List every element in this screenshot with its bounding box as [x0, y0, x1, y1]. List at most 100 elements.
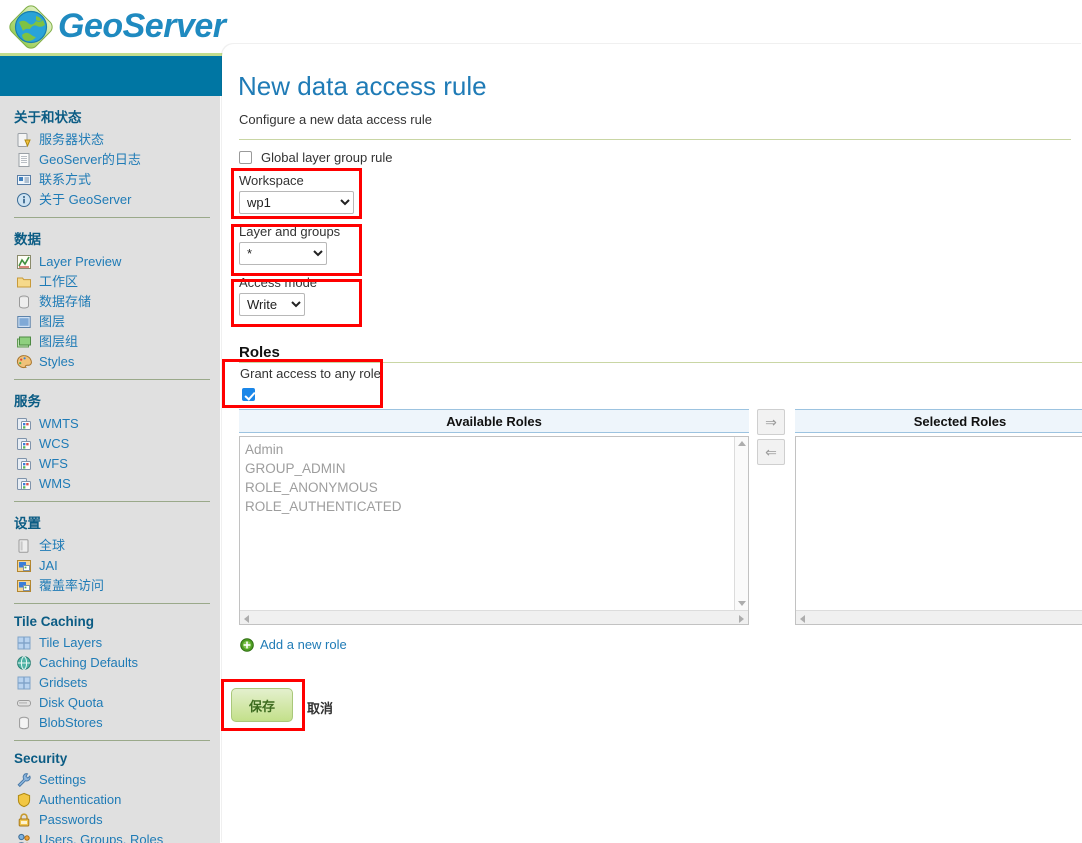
sidebar-item-label: Disk Quota [39, 695, 104, 710]
layer-and-groups-select[interactable]: * [239, 242, 327, 265]
geoserver-globe-icon[interactable] [6, 2, 58, 52]
log-document-icon [18, 153, 30, 167]
blobstores-icon [19, 716, 29, 730]
cancel-button: 取消 [307, 701, 334, 716]
sidebar-item-jai[interactable]: JAI [14, 556, 220, 576]
scroll-down-icon[interactable] [738, 601, 746, 606]
sidebar-item-item[interactable]: 覆盖率访问 [14, 576, 220, 596]
scroll-right-icon[interactable] [739, 615, 744, 623]
wrench-icon [16, 772, 32, 788]
available-roles-hscrollbar[interactable] [240, 610, 748, 624]
sidebar-item-layer-preview[interactable]: Layer Preview [14, 252, 220, 272]
sidebar-item-styles[interactable]: Styles [14, 352, 220, 372]
available-roles-vscrollbar[interactable] [734, 437, 748, 610]
selected-roles-options[interactable] [796, 437, 1082, 610]
sidebar-item-label: WMS [39, 476, 71, 491]
palette-icon [16, 354, 32, 370]
available-roles-options[interactable]: Admin GROUP_ADMIN ROLE_ANONYMOUS ROLE_AUTHE… [240, 437, 734, 610]
sidebar-item-label: 服务器状态 [39, 132, 105, 147]
page-title: New data access rule [238, 71, 487, 101]
sidebar-item-passwords[interactable]: Passwords [14, 810, 220, 830]
sidebar-item-geoserver[interactable]: GeoServer的日志 [14, 150, 220, 170]
folder-icon [16, 274, 32, 290]
sidebar-item-label: JAI [39, 558, 58, 573]
sidebar-item-label: Gridsets [39, 675, 88, 690]
grant-any-role-checkbox-wrap[interactable] [242, 388, 255, 406]
users-icon [16, 832, 32, 843]
sidebar-item-label: 覆盖率访问 [39, 578, 105, 593]
sidebar-item-wcs[interactable]: WCS [14, 434, 220, 454]
sidebar-item-tile-layers[interactable]: Tile Layers [14, 633, 220, 653]
sidebar: 关于和状态服务器状态 GeoServer的日志 联系方式 关于 GeoServer 数据… [0, 96, 220, 843]
geoserver-admin-page: GeoServer 关于和状态 服务器状态 GeoServer的日志 联系方式 关于 G… [0, 0, 1082, 843]
available-roles-list[interactable]: Admin GROUP_ADMIN ROLE_ANONYMOUS ROLE_AUTHE… [239, 436, 749, 625]
role-option[interactable]: GROUP_ADMIN [245, 459, 734, 478]
scroll-left-icon[interactable] [244, 615, 249, 623]
layer-and-groups-field: Layer and groups * [239, 224, 1071, 265]
users-icon [18, 833, 30, 843]
layer-group-icon [16, 334, 32, 350]
blobstores-icon [16, 715, 32, 731]
sidebar-item-wfs[interactable]: WFS [14, 454, 220, 474]
sidebar-item-geoserver[interactable]: 关于 GeoServer [14, 190, 220, 210]
global-layer-group-rule-checkbox[interactable] [239, 151, 252, 164]
role-option[interactable]: Admin [245, 440, 734, 459]
folder-icon [17, 277, 31, 288]
disk-quota-icon [16, 695, 32, 711]
scroll-up-icon[interactable] [738, 441, 746, 446]
sidebar-item-item[interactable]: 全球 [14, 536, 220, 556]
layer-group-icon [17, 336, 31, 348]
sidebar-item-label: WFS [39, 456, 68, 471]
layer-preview-icon [17, 255, 31, 269]
sidebar-item-users-groups-roles[interactable]: Users, Groups, Roles [14, 830, 220, 843]
tile-layers-icon [17, 636, 31, 650]
scroll-left-icon[interactable] [800, 615, 805, 623]
sidebar-item-label: Tile Layers [39, 635, 103, 650]
sidebar-item-caching-defaults[interactable]: Caching Defaults [14, 653, 220, 673]
sidebar-section-title: 关于和状态 [14, 110, 82, 125]
sidebar-item-item[interactable]: 图层组 [14, 332, 220, 352]
sidebar-item-label: Passwords [39, 812, 103, 827]
sidebar-section-title: Security [14, 751, 68, 766]
sidebar-item-item[interactable]: 图层 [14, 312, 220, 332]
sidebar-item-item[interactable]: 联系方式 [14, 170, 220, 190]
sidebar-item-wmts[interactable]: WMTS [14, 414, 220, 434]
sidebar-item-label: 工作区 [39, 274, 79, 289]
info-circle-icon [17, 193, 31, 207]
sidebar-item-settings[interactable]: Settings [14, 770, 220, 790]
wrench-icon [17, 773, 31, 788]
add-new-role-link[interactable]: Add a new role [240, 637, 347, 652]
sidebar-item-wms[interactable]: WMS [14, 474, 220, 494]
sidebar-item-item[interactable]: 数据存储 [14, 292, 220, 312]
sidebar-item-label: 数据存储 [39, 294, 92, 309]
sidebar-item-gridsets[interactable]: Gridsets [14, 673, 220, 693]
sidebar-item-label: Styles [39, 354, 75, 369]
service-icon [16, 416, 32, 432]
grant-any-role-label: Grant access to any role [240, 366, 381, 381]
grant-any-role-checkbox[interactable] [242, 388, 255, 401]
workspace-select[interactable]: wp1 [239, 191, 354, 214]
selected-roles-list[interactable] [795, 436, 1082, 625]
sidebar-item-authentication[interactable]: Authentication [14, 790, 220, 810]
role-option[interactable]: ROLE_ANONYMOUS [245, 478, 734, 497]
sidebar-section-title: Tile Caching [14, 614, 95, 629]
move-right-button[interactable]: ⇒ [757, 409, 785, 435]
save-button[interactable]: 保存 [231, 688, 293, 722]
roles-heading: Roles [239, 344, 280, 361]
sidebar-item-item[interactable]: 工作区 [14, 272, 220, 292]
sidebar-item-blobstores[interactable]: BlobStores [14, 713, 220, 733]
global-layer-group-rule-label: Global layer group rule [261, 150, 393, 165]
roles-divider [239, 362, 1082, 363]
sidebar-item-item[interactable]: 服务器状态 [14, 130, 220, 150]
form-top-divider [239, 139, 1071, 140]
sidebar-item-disk-quota[interactable]: Disk Quota [14, 693, 220, 713]
sidebar-sections: 关于和状态服务器状态 GeoServer的日志 联系方式 关于 GeoServer 数据… [0, 96, 220, 843]
coverage-access-icon [16, 578, 32, 594]
role-option[interactable]: ROLE_AUTHENTICATED [245, 497, 734, 516]
selected-roles-hscrollbar[interactable] [796, 610, 1082, 624]
service-icon [16, 456, 32, 472]
server-status-icon [17, 133, 31, 148]
access-mode-select[interactable]: Write [239, 293, 305, 316]
global-layer-group-rule-row[interactable]: Global layer group rule [239, 150, 1071, 165]
move-left-button[interactable]: ⇐ [757, 439, 785, 465]
